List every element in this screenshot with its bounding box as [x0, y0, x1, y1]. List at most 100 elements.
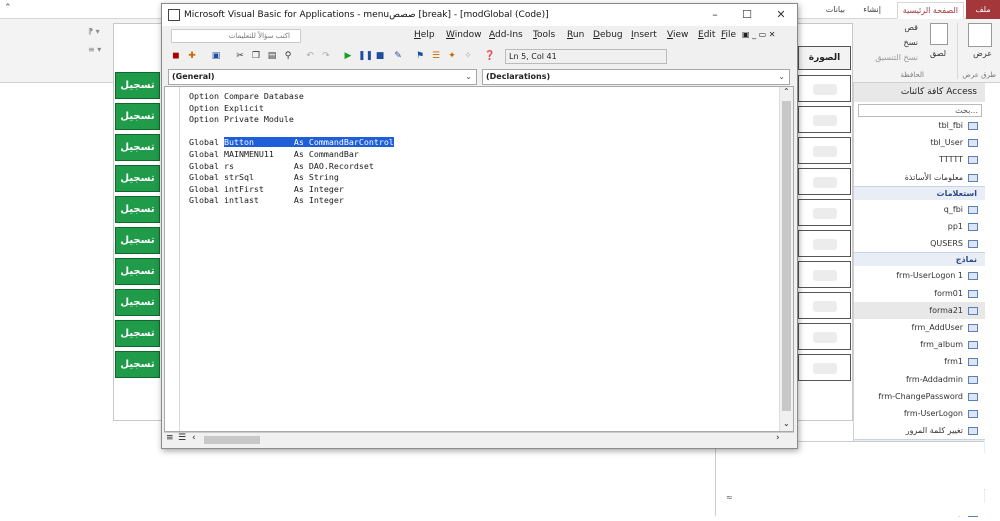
horizontal-scrollbar[interactable]: ≡ ☰ ‹ › [164, 432, 794, 446]
tab-home[interactable]: الصفحة الرئيسية [896, 2, 964, 19]
nav-item[interactable]: q_fbi [854, 201, 985, 218]
nav-item[interactable]: tbl_User [854, 134, 985, 151]
scrollbar-thumb[interactable] [782, 101, 791, 411]
image-thumbnail[interactable] [798, 199, 851, 226]
scroll-up-icon[interactable]: ⌃ [783, 87, 790, 96]
menu-edit[interactable]: Edit [698, 30, 715, 40]
chevron-down-icon[interactable]: ⌄ [778, 70, 785, 84]
image-thumbnail[interactable] [798, 230, 851, 257]
chevron-down-icon[interactable]: ⌄ [465, 70, 472, 84]
code-line[interactable]: Global strSql As String [189, 172, 394, 184]
register-button[interactable]: تسجيل [115, 196, 160, 223]
code-line[interactable]: Option Compare Database [189, 91, 394, 103]
register-button[interactable]: تسجيل [115, 72, 160, 99]
code-line[interactable]: Global Button As CommandBarControl [189, 137, 394, 149]
image-thumbnail[interactable] [798, 168, 851, 195]
copy-icon[interactable]: ❐ [250, 50, 262, 62]
nav-item[interactable]: frm-UserLogon 1 [854, 267, 985, 284]
procedure-combo[interactable]: (Declarations) ⌄ [482, 69, 790, 85]
code-line[interactable]: Option Private Module [189, 114, 394, 126]
collapse-double-icon[interactable]: ≈ [726, 493, 733, 502]
selected-text[interactable]: Button As CommandBarControl [223, 137, 394, 148]
minimize-icon[interactable]: – [700, 4, 730, 26]
vertical-scrollbar[interactable]: ⌃ ⌄ [779, 87, 793, 431]
scrollbar-thumb[interactable] [204, 436, 260, 444]
menu-window[interactable]: Window [446, 30, 482, 40]
run-icon[interactable]: ▶ [342, 50, 354, 62]
undo-icon[interactable]: ↶ [304, 50, 316, 62]
format-painter-button[interactable]: نسخ التنسيق [875, 53, 918, 62]
register-button[interactable]: تسجيل [115, 258, 160, 285]
menu-help[interactable]: Help [414, 30, 435, 40]
paste-icon[interactable] [930, 23, 948, 45]
menu-view[interactable]: View [667, 30, 688, 40]
break-icon[interactable]: ❚❚ [358, 50, 373, 62]
nav-item[interactable]: frm-UserLogon [854, 405, 985, 422]
nav-item[interactable]: forma21 [854, 301, 985, 319]
paste-icon[interactable]: ▤ [266, 50, 278, 62]
view-icon[interactable] [968, 23, 992, 47]
view-button[interactable]: عرض [973, 49, 992, 58]
project-explorer-icon[interactable]: ⚑ [414, 50, 426, 62]
image-thumbnail[interactable] [798, 354, 851, 381]
scroll-right-icon[interactable]: › [776, 433, 780, 443]
nav-pane-title[interactable]: كافة كائنات Access [854, 83, 985, 102]
help-icon[interactable]: ❓ [484, 50, 496, 62]
nav-group-header[interactable]: نماذج [854, 252, 985, 267]
register-button[interactable]: تسجيل [115, 227, 160, 254]
paste-button[interactable]: لصق [930, 49, 946, 58]
code-line[interactable]: Global rs As DAO.Recordset [189, 161, 394, 173]
tab-file[interactable]: ملف [966, 0, 1000, 19]
nav-item[interactable]: frm-Addadmin [854, 371, 985, 388]
full-module-view-icon[interactable]: ☰ [178, 433, 186, 443]
nav-item[interactable]: frm_AddUser [854, 319, 985, 336]
image-thumbnail[interactable] [798, 137, 851, 164]
save-icon[interactable]: ▣ [210, 50, 222, 62]
register-button[interactable]: تسجيل [115, 289, 160, 316]
menu-debug[interactable]: Debug [593, 30, 623, 40]
menu-add-ins[interactable]: Add-Ins [489, 30, 523, 40]
menu-insert[interactable]: Insert [631, 30, 657, 40]
nav-item[interactable]: frm_album [854, 336, 985, 353]
code-line[interactable]: Global MAINMENU11 As CommandBar [189, 149, 394, 161]
procedure-view-icon[interactable]: ≡ [166, 433, 174, 443]
nav-item[interactable]: form01 [854, 285, 985, 302]
image-thumbnail[interactable] [798, 106, 851, 133]
nav-item[interactable]: frm-ChangePassword [854, 388, 985, 405]
toolbox-icon[interactable]: ✧ [462, 50, 474, 62]
nav-item[interactable]: QUSERS [854, 235, 985, 252]
scroll-down-icon[interactable]: ⌄ [783, 419, 790, 428]
scroll-left-icon[interactable]: ‹ [192, 433, 196, 443]
image-thumbnail[interactable] [798, 261, 851, 288]
chevron-up-icon[interactable]: ⌃ [4, 3, 12, 13]
cut-button[interactable]: قص [904, 23, 918, 32]
code-line[interactable]: Option Explicit [189, 103, 394, 115]
maximize-icon[interactable]: ☐ [732, 4, 762, 26]
align-icon[interactable]: ≡ ▾ [88, 45, 101, 54]
insert-userform-icon[interactable]: ✚ [186, 50, 198, 62]
nav-item[interactable]: frm1 [854, 353, 985, 370]
image-thumbnail[interactable] [798, 292, 851, 319]
nav-search-input[interactable]: بحث... [858, 104, 982, 117]
code-line[interactable]: Global intFirst As Integer [189, 184, 394, 196]
image-thumbnail[interactable] [798, 323, 851, 350]
cut-icon[interactable]: ✂ [234, 50, 246, 62]
code-pane[interactable]: Option Compare Database Option Explicit Op… [164, 86, 794, 432]
code-line[interactable] [189, 126, 394, 138]
tab-create[interactable]: إنشاء [858, 3, 886, 19]
register-button[interactable]: تسجيل [115, 320, 160, 347]
tab-data[interactable]: بيانات [821, 3, 850, 19]
code-editor[interactable]: Option Compare Database Option Explicit Op… [189, 91, 394, 207]
nav-item[interactable]: تغيير كلمة المرور [854, 422, 985, 439]
nav-group-header[interactable]: استعلامات [854, 185, 985, 200]
close-icon[interactable]: ✕ [766, 4, 796, 26]
reset-icon[interactable]: ■ [374, 50, 386, 62]
properties-icon[interactable]: ☰ [430, 50, 442, 62]
copy-button[interactable]: نسخ [903, 38, 918, 47]
design-mode-icon[interactable]: ✎ [392, 50, 404, 62]
register-button[interactable]: تسجيل [115, 103, 160, 130]
nav-item[interactable]: TTTTT [854, 151, 985, 168]
object-combo[interactable]: (General) ⌄ [168, 69, 477, 85]
register-button[interactable]: تسجيل [115, 134, 160, 161]
object-browser-icon[interactable]: ✦ [446, 50, 458, 62]
